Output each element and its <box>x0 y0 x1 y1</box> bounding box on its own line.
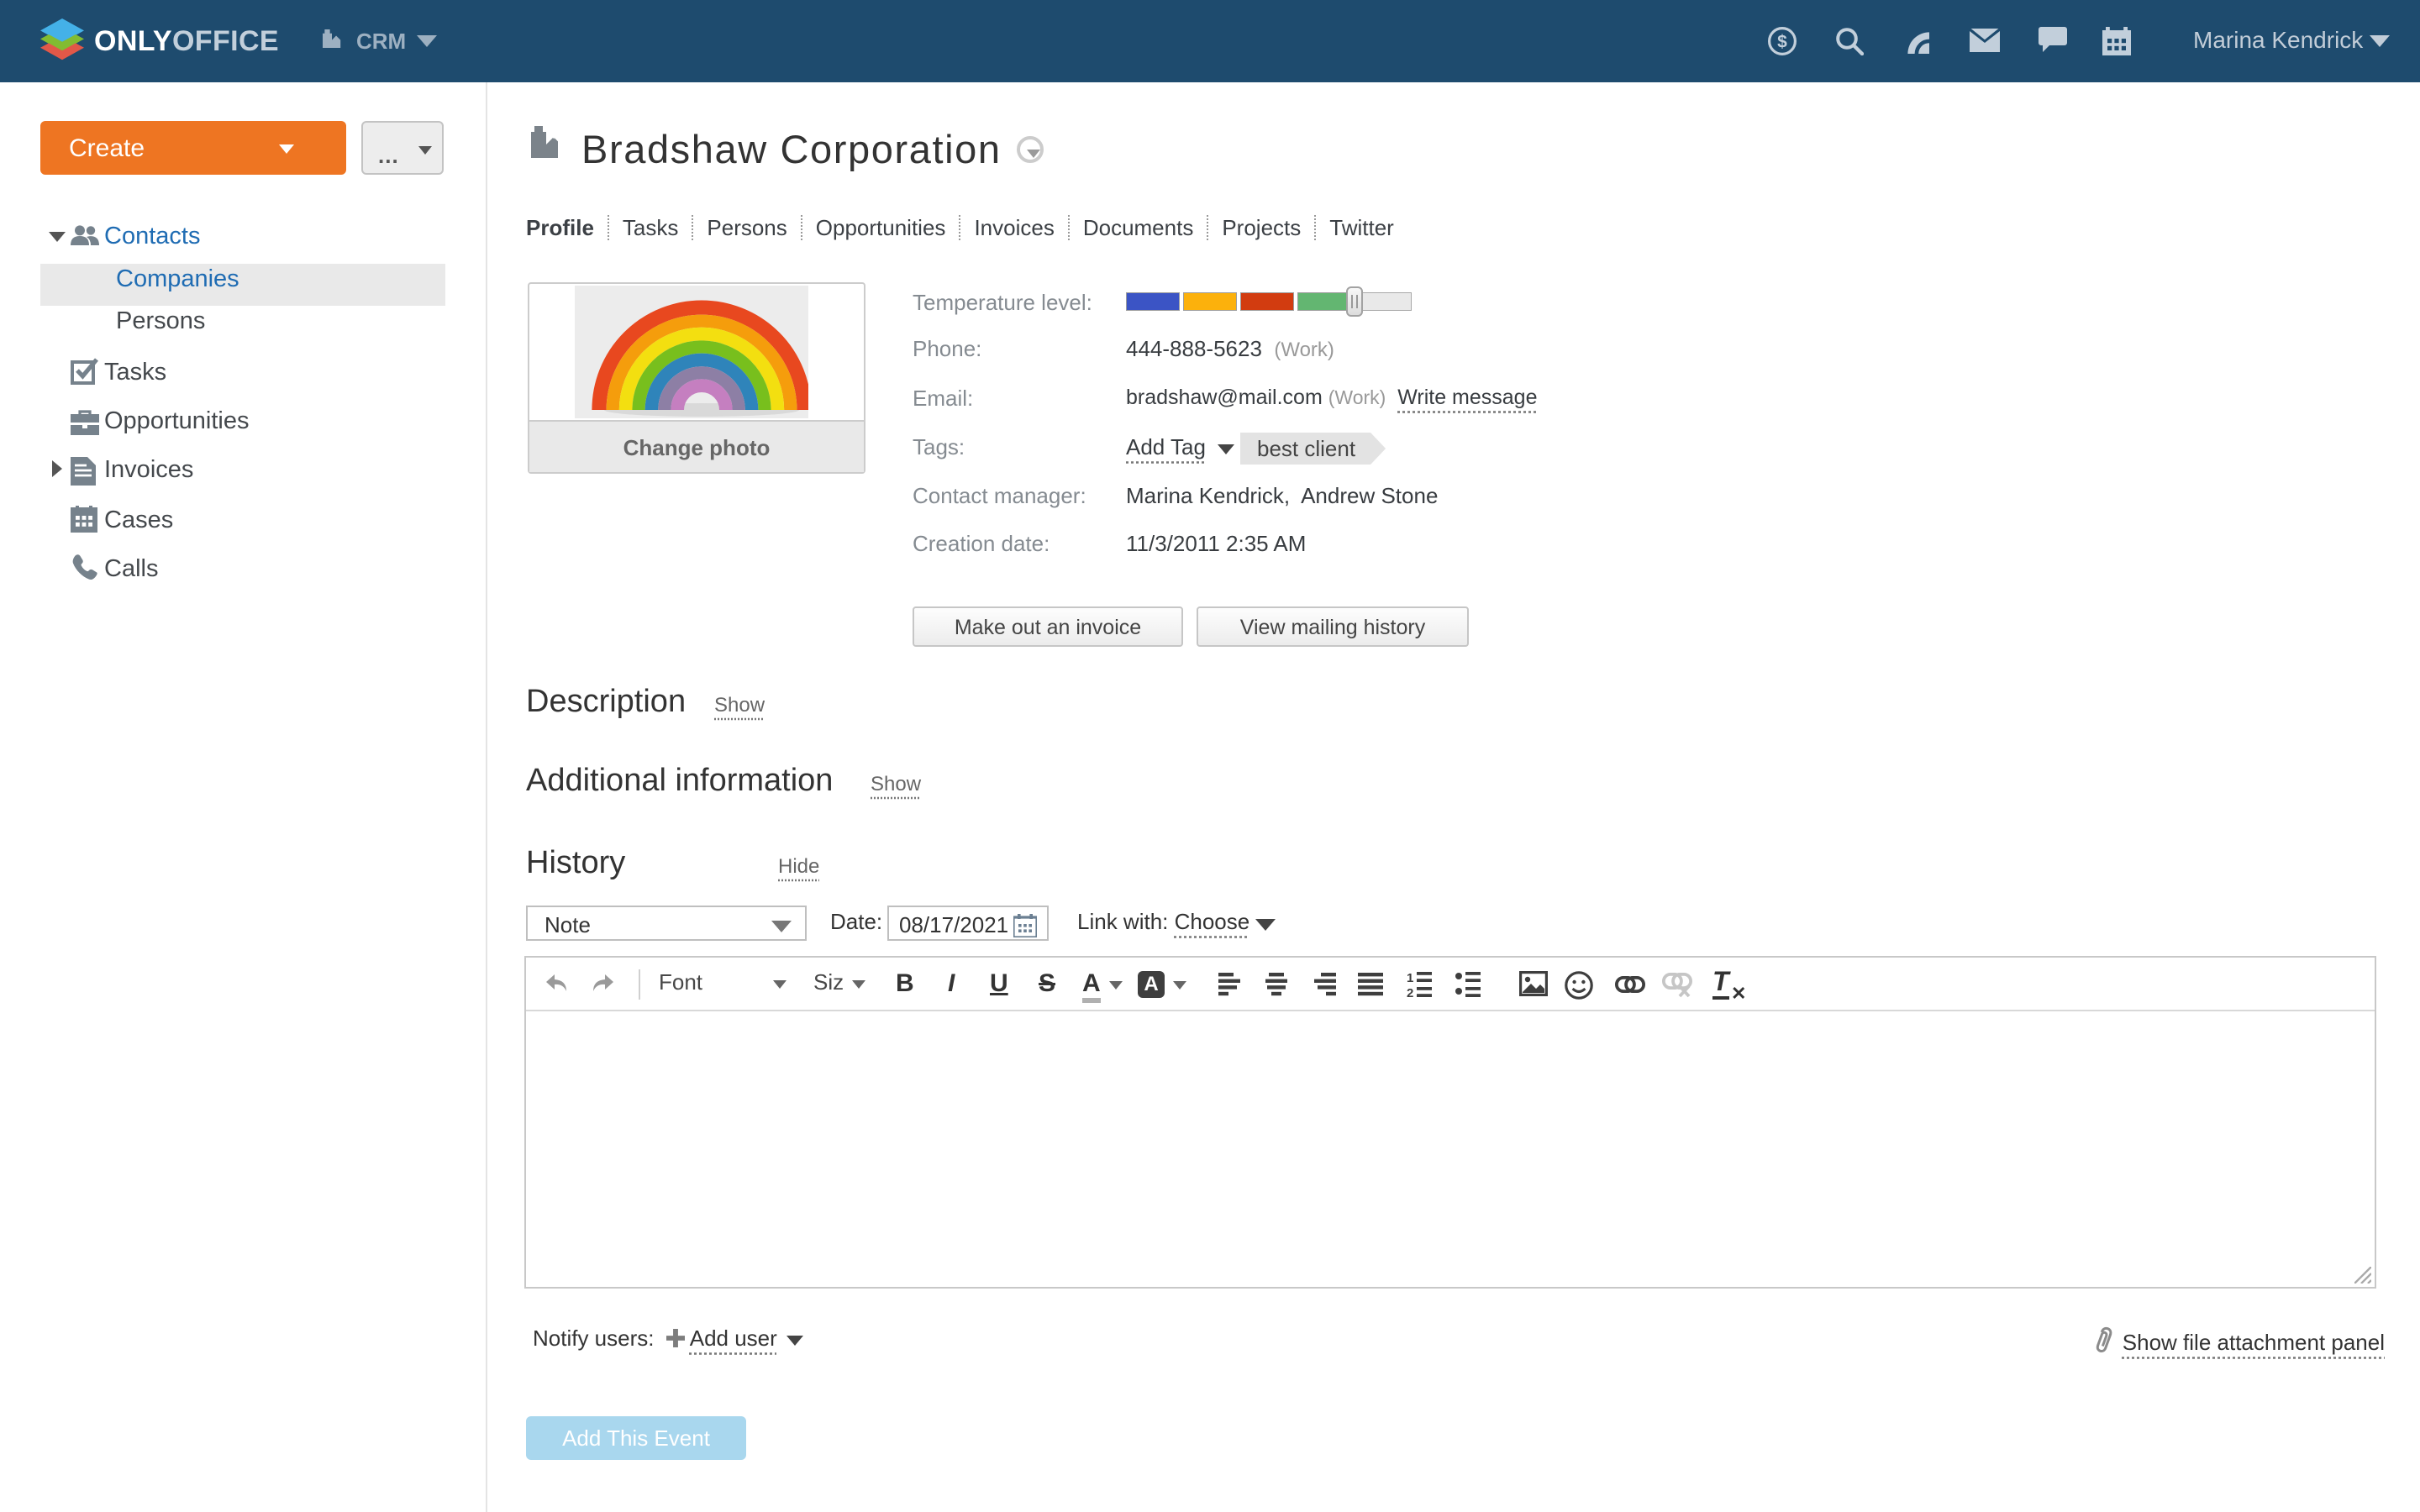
svg-text:1: 1 <box>1407 971 1413 985</box>
svg-text:$: $ <box>1777 32 1787 51</box>
svg-text:2: 2 <box>1407 986 1413 998</box>
